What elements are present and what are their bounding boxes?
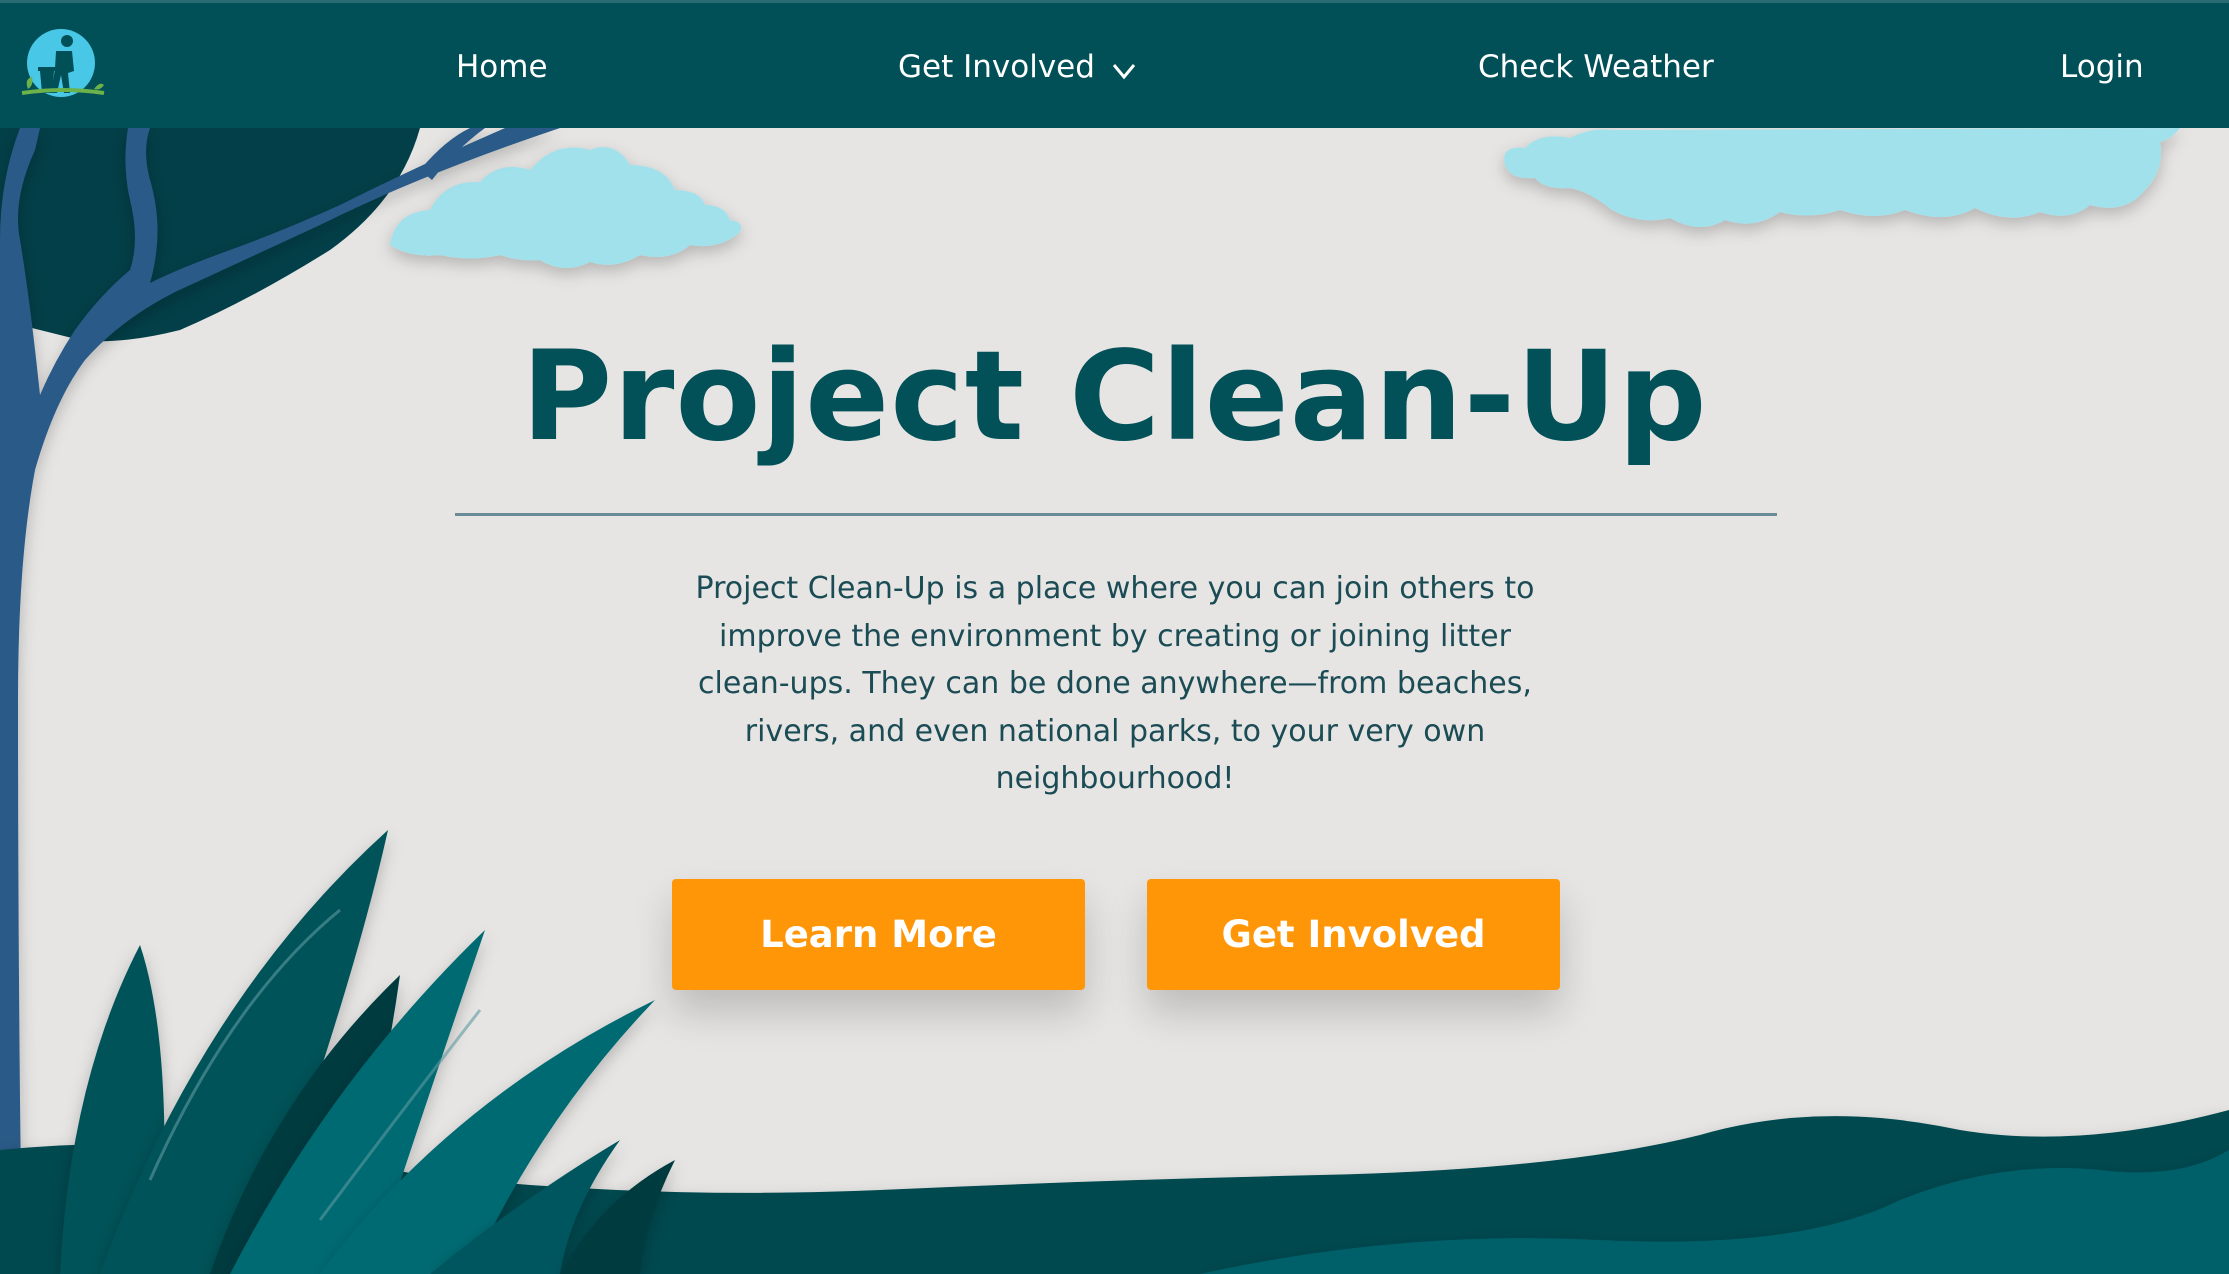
nav-dropdown-get-involved[interactable]: Get Involved <box>898 47 1137 87</box>
page-title: Project Clean-Up <box>521 325 1708 469</box>
nav-link-home[interactable]: Home <box>456 47 548 87</box>
tree-canopy <box>0 128 420 342</box>
title-divider <box>455 513 1777 516</box>
nav-link-login[interactable]: Login <box>2060 47 2144 87</box>
get-involved-button[interactable]: Get Involved <box>1147 879 1560 990</box>
learn-more-button[interactable]: Learn More <box>672 879 1085 990</box>
chevron-down-icon <box>1112 64 1136 80</box>
nav-dropdown-label: Get Involved <box>898 49 1095 85</box>
cloud-right <box>1504 128 2180 228</box>
top-navbar: Home Get Involved Check Weather Login <box>0 0 2229 128</box>
nav-link-check-weather[interactable]: Check Weather <box>1478 47 1714 87</box>
logo-icon[interactable] <box>18 27 108 107</box>
hero-description: Project Clean-Up is a place where you ca… <box>695 571 1535 796</box>
